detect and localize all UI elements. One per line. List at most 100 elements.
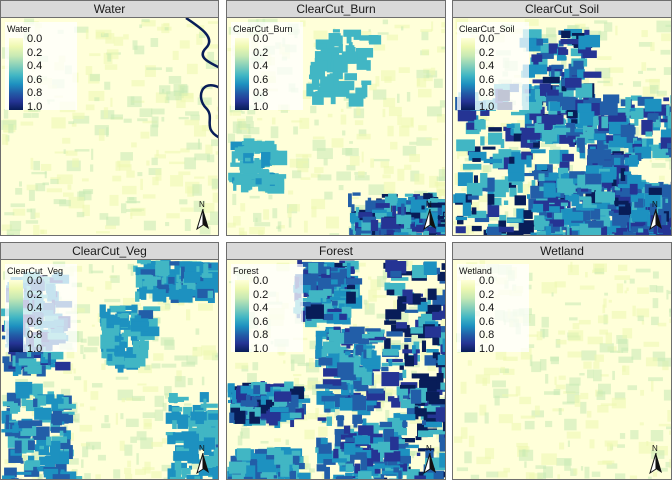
raster-cell <box>528 272 533 281</box>
raster-cell <box>544 234 557 235</box>
raster-cell <box>511 422 522 431</box>
raster-cell <box>160 305 170 311</box>
raster-cell <box>104 415 109 423</box>
raster-cell <box>3 109 9 119</box>
raster-cell <box>274 454 293 465</box>
raster-cell <box>336 362 354 378</box>
raster-cell <box>421 31 429 41</box>
raster-cell <box>411 231 417 235</box>
raster-cell <box>539 359 547 371</box>
color-legend: Wetland 0.0 0.2 0.4 0.6 0.8 1.0 <box>457 264 529 354</box>
raster-cell <box>91 324 95 327</box>
raster-cell <box>112 175 122 182</box>
raster-cell <box>474 119 486 130</box>
legend-tick-label: 0.8 <box>479 329 495 341</box>
raster-cell <box>113 469 121 479</box>
raster-cell <box>257 159 262 172</box>
raster-cell <box>533 219 546 225</box>
raster-cell <box>231 474 244 479</box>
raster-cell <box>89 73 101 82</box>
raster-cell <box>155 260 170 276</box>
raster-cell <box>287 207 292 218</box>
raster-cell <box>153 353 164 361</box>
raster-cell <box>579 373 585 376</box>
raster-cell <box>161 363 177 368</box>
raster-cell <box>532 203 544 213</box>
raster-cell <box>408 306 419 309</box>
raster-cell <box>130 207 146 216</box>
raster-cell <box>443 304 445 316</box>
raster-cell <box>646 67 656 71</box>
raster-cell <box>381 362 388 367</box>
raster-cell <box>115 376 129 380</box>
raster-cell <box>354 120 364 126</box>
raster-cell <box>83 347 98 353</box>
raster-cell <box>327 49 340 53</box>
raster-cell <box>250 144 260 152</box>
raster-cell <box>198 303 213 311</box>
raster-cell <box>125 418 139 428</box>
facet-panel-clearcut-soil: ClearCut_Soil ClearCut_Soil 0.0 0.2 0.4 0.6 0.… <box>452 0 672 236</box>
raster-cell <box>409 154 420 163</box>
raster-cell <box>309 235 316 236</box>
raster-cell <box>50 440 61 454</box>
facet-title: Water <box>0 0 219 18</box>
raster-cell <box>107 53 112 62</box>
raster-cell <box>201 273 213 278</box>
raster-cell <box>397 115 402 126</box>
raster-cell <box>297 362 311 367</box>
raster-cell <box>477 235 484 236</box>
raster-cell <box>73 368 76 374</box>
raster-cell <box>441 234 445 235</box>
raster-cell <box>365 365 378 369</box>
raster-cell <box>5 414 10 430</box>
raster-cell <box>344 73 357 81</box>
raster-cell <box>647 476 652 479</box>
raster-cell <box>83 380 88 392</box>
raster-cell <box>26 208 32 213</box>
raster-cell <box>554 376 557 385</box>
raster-cell <box>290 359 295 372</box>
raster-cell <box>558 375 566 380</box>
raster-cell <box>274 438 281 442</box>
raster-cell <box>482 146 496 150</box>
raster-cell <box>418 125 427 131</box>
raster-cell <box>516 442 528 448</box>
raster-cell <box>365 328 381 332</box>
raster-cell <box>368 289 377 302</box>
raster-cell <box>326 269 330 275</box>
legend-tick-label: 1.0 <box>253 342 269 355</box>
raster-cell <box>421 340 427 353</box>
raster-cell <box>441 46 445 50</box>
raster-cell <box>495 351 507 360</box>
legend-tick-label: 0.0 <box>479 33 495 45</box>
raster-cell <box>172 50 179 60</box>
legend-tick-label: 0.8 <box>27 87 43 99</box>
raster-cell <box>293 374 302 377</box>
raster-cell <box>385 309 402 320</box>
raster-cell <box>249 227 265 235</box>
color-legend: ClearCut_Veg 0.0 0.2 0.4 0.6 0.8 1.0 <box>5 264 77 354</box>
raster-cell <box>652 298 659 309</box>
raster-cell <box>396 214 412 225</box>
raster-cell <box>104 64 118 70</box>
raster-cell <box>16 385 30 399</box>
raster-cell <box>611 234 630 235</box>
raster-cell <box>84 473 91 479</box>
raster-cell <box>289 412 302 419</box>
raster-cell <box>181 467 191 475</box>
raster-cell <box>348 42 353 56</box>
raster-cell <box>411 345 416 354</box>
raster-cell <box>545 373 549 384</box>
raster-cell <box>359 35 372 41</box>
raster-cell <box>21 397 27 407</box>
raster-cell <box>314 51 332 63</box>
legend-tick-label: 0.8 <box>27 329 43 341</box>
raster-cell <box>386 289 395 296</box>
raster-cell <box>131 321 150 327</box>
raster-cell <box>146 67 162 71</box>
raster-cell <box>536 331 543 341</box>
raster-cell <box>456 139 475 152</box>
raster-cell <box>197 138 201 150</box>
raster-cell <box>141 18 150 22</box>
